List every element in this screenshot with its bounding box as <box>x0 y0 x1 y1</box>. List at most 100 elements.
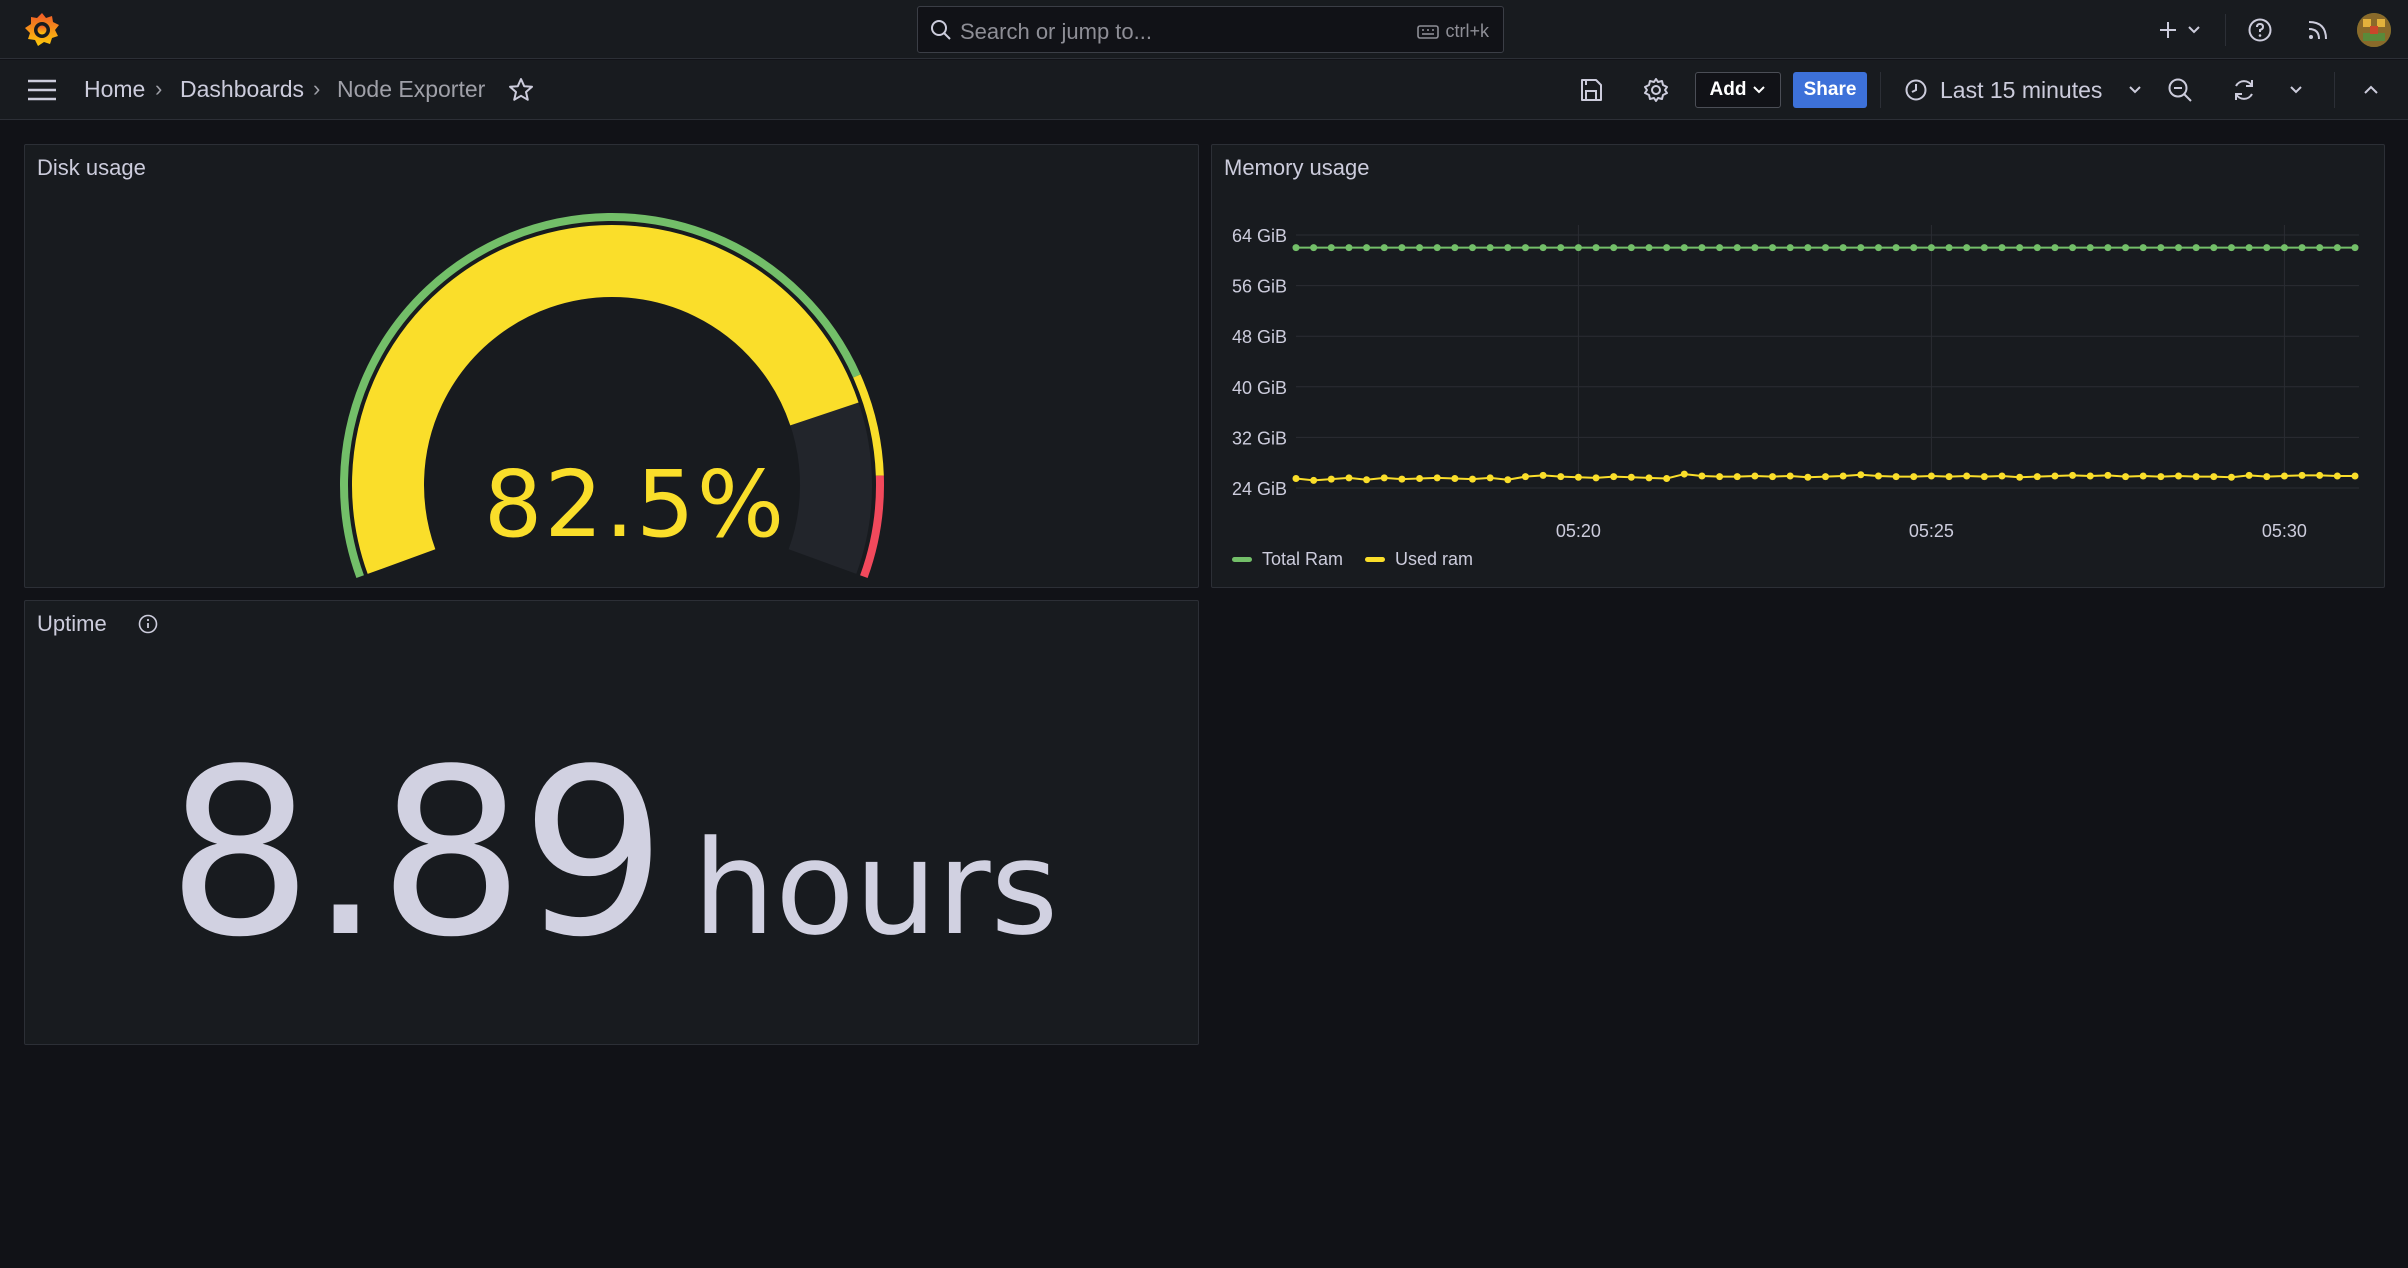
data-point <box>1839 244 1847 252</box>
data-point <box>1769 473 1777 481</box>
data-point <box>1627 244 1635 252</box>
data-point <box>1804 244 1812 252</box>
data-point <box>2069 244 2077 252</box>
data-point <box>1804 473 1812 481</box>
uptime-value: 8.89 hours <box>25 721 1200 988</box>
avatar[interactable] <box>2357 13 2391 47</box>
data-point <box>1733 244 1741 252</box>
chevron-up-icon[interactable] <box>2357 76 2385 104</box>
data-point <box>2104 471 2112 479</box>
news-button[interactable] <box>2302 14 2334 46</box>
search-icon <box>931 20 951 40</box>
menu-icon[interactable] <box>26 77 58 103</box>
data-point <box>1751 244 1759 252</box>
add-button[interactable]: Add <box>1695 72 1781 108</box>
legend-item-total-ram[interactable]: Total Ram <box>1232 549 1343 570</box>
data-point <box>1963 244 1971 252</box>
data-point <box>1786 472 1794 480</box>
help-button[interactable] <box>2244 14 2276 46</box>
data-point <box>1980 473 1988 481</box>
panel-title: Uptime <box>37 611 107 636</box>
data-point <box>1416 244 1424 252</box>
new-dropdown-button[interactable] <box>2178 14 2210 46</box>
data-point <box>2298 471 2306 479</box>
data-point <box>1433 474 1441 482</box>
data-point <box>1945 473 1953 481</box>
data-point <box>1380 244 1388 252</box>
data-point <box>1416 475 1424 483</box>
data-point <box>1698 244 1706 252</box>
data-point <box>1557 473 1565 481</box>
data-point <box>1292 475 1300 483</box>
data-point <box>2245 244 2253 252</box>
data-point <box>2175 472 2182 480</box>
data-point <box>1751 472 1759 480</box>
data-point <box>1433 244 1441 252</box>
chevron-down-icon[interactable] <box>2282 76 2310 104</box>
memory-usage-panel[interactable]: Memory usage 24 GiB 32 GiB 40 GiB 48 GiB 56 … <box>1211 144 2385 588</box>
info-icon[interactable] <box>137 613 159 635</box>
data-point <box>2175 244 2182 252</box>
data-point <box>1645 474 1653 482</box>
y-tick-label: 40 GiB <box>1232 378 1287 398</box>
data-point <box>1998 244 2006 252</box>
data-point <box>2210 244 2218 252</box>
disk-usage-panel[interactable]: Disk usage 82.5% <box>24 144 1199 588</box>
data-point <box>1574 473 1582 481</box>
data-point <box>2157 244 2165 252</box>
refresh-icon[interactable] <box>2230 76 2258 104</box>
breadcrumb-current: Node Exporter <box>337 76 486 102</box>
data-point <box>1345 244 1353 252</box>
data-point <box>1857 471 1865 479</box>
data-point <box>1504 476 1512 484</box>
memory-chart: 24 GiB 32 GiB 40 GiB 48 GiB 56 GiB 64 GiB 05:2… <box>1232 225 2359 541</box>
grafana-logo-icon[interactable] <box>22 10 62 50</box>
save-icon[interactable] <box>1577 76 1605 104</box>
data-point <box>2033 244 2041 252</box>
data-point <box>1539 471 1547 479</box>
data-point <box>1733 473 1741 481</box>
y-tick-label: 24 GiB <box>1232 479 1287 499</box>
breadcrumb-home[interactable]: Home <box>84 76 145 103</box>
breadcrumb-dashboards[interactable]: Dashboards <box>180 76 304 103</box>
data-point <box>2280 244 2288 252</box>
data-point <box>1310 244 1318 252</box>
zoom-out-icon[interactable] <box>2166 76 2194 104</box>
y-tick-label: 48 GiB <box>1232 327 1287 347</box>
data-point <box>1574 244 1582 252</box>
data-point <box>1698 472 1706 480</box>
data-point <box>2298 244 2306 252</box>
star-icon[interactable] <box>507 76 535 104</box>
data-point <box>1892 473 1900 481</box>
search-shortcut: ctrl+k <box>1417 21 1489 42</box>
time-range-picker[interactable]: Last 15 minutes <box>1904 72 2142 108</box>
data-point <box>2192 244 2200 252</box>
data-point <box>2351 244 2359 252</box>
data-point <box>1292 244 1300 252</box>
avatar-image <box>2357 13 2391 47</box>
data-point <box>2263 473 2271 481</box>
disk-usage-value: 82.5% <box>483 451 787 558</box>
breadcrumb-separator: › <box>155 76 163 101</box>
breadcrumb-separator: › <box>313 76 321 101</box>
data-point <box>1363 476 1371 484</box>
divider <box>2225 14 2226 46</box>
data-point <box>2280 472 2288 480</box>
legend-item-used-ram[interactable]: Used ram <box>1365 549 1473 570</box>
data-point <box>1398 244 1406 252</box>
uptime-panel[interactable]: Uptime 8.89 hours <box>24 600 1199 1045</box>
data-point <box>2051 472 2059 480</box>
search-input[interactable]: Search or jump to... ctrl+k <box>917 6 1504 53</box>
y-tick-label: 64 GiB <box>1232 226 1287 246</box>
search-shortcut-text: ctrl+k <box>1445 21 1489 41</box>
data-point <box>1892 244 1900 252</box>
data-point <box>1610 473 1618 481</box>
data-point <box>2210 473 2218 481</box>
top-bar: Search or jump to... ctrl+k <box>0 0 2408 59</box>
gear-icon[interactable] <box>1642 76 1670 104</box>
chart-legend: Total Ram Used ram <box>1232 549 1473 570</box>
data-point <box>1521 244 1529 252</box>
data-point <box>2333 472 2341 480</box>
data-point <box>2227 244 2235 252</box>
share-button[interactable]: Share <box>1793 72 1867 108</box>
